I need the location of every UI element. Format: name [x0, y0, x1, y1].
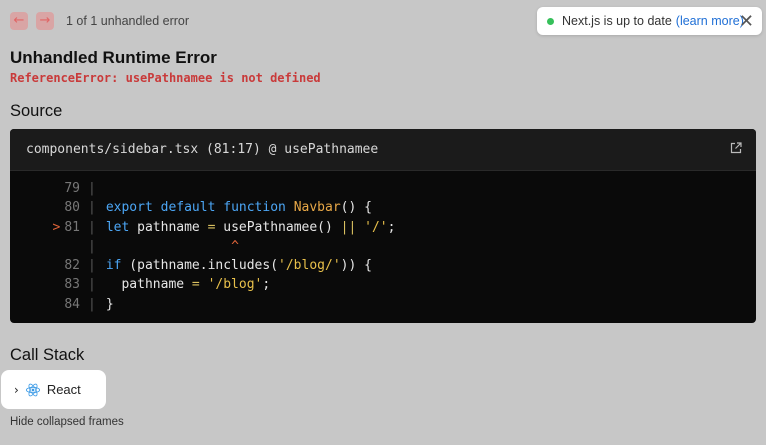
code-line: 80 | export default function Navbar() {	[10, 198, 756, 217]
code-line-error: >81 | let pathname = usePathnamee() || '/'…	[10, 218, 756, 237]
arrow-right-icon[interactable]: →	[36, 12, 54, 30]
error-caret: ^	[231, 238, 239, 254]
close-icon[interactable]: ✕	[739, 11, 754, 32]
chevron-right-icon: ›	[14, 382, 19, 397]
line-number: >81	[52, 219, 80, 235]
page-title: Unhandled Runtime Error	[10, 48, 217, 67]
status-dot-icon	[547, 17, 554, 25]
line-number: 79	[64, 181, 80, 196]
code-lines: 79 | 80 | export default function Navbar() …	[10, 171, 756, 314]
hide-collapsed-frames-button[interactable]: Hide collapsed frames	[10, 416, 124, 428]
version-toast: Next.js is up to date (learn more) ✕	[537, 7, 762, 35]
source-file-link[interactable]: components/sidebar.tsx (81:17) @ usePath…	[26, 142, 378, 157]
code-frame: components/sidebar.tsx (81:17) @ usePath…	[10, 129, 756, 323]
error-count: 1 of 1 unhandled error	[66, 14, 190, 28]
error-message: ReferenceError: usePathnamee is not defi…	[10, 71, 321, 85]
error-line-marker: >	[52, 219, 61, 235]
learn-more-link[interactable]: (learn more)	[676, 14, 744, 28]
version-status-text: Next.js is up to date	[562, 14, 672, 28]
line-number: 80	[64, 200, 80, 216]
code-line: 79 |	[10, 179, 756, 198]
external-link-icon[interactable]	[730, 142, 742, 154]
code-caret-line: | ^	[88, 238, 239, 254]
react-group-label: React	[46, 382, 81, 397]
line-number: 83	[64, 277, 80, 293]
call-stack-heading: Call Stack	[10, 346, 85, 364]
code-line: 82 | if (pathname.includes('/blog/')) {	[10, 256, 756, 275]
code-line: 83 | pathname = '/blog';	[10, 275, 756, 294]
code-frame-header: components/sidebar.tsx (81:17) @ usePath…	[10, 129, 756, 171]
react-frames-toggle[interactable]: › React	[2, 371, 105, 408]
error-navigation: ← →	[10, 12, 54, 30]
code-line: 84 |}	[10, 295, 756, 314]
line-number: 82	[64, 258, 80, 274]
arrow-left-icon[interactable]: ←	[10, 12, 28, 30]
line-number: 84	[64, 296, 80, 312]
source-heading: Source	[10, 102, 63, 120]
react-icon	[25, 383, 40, 396]
